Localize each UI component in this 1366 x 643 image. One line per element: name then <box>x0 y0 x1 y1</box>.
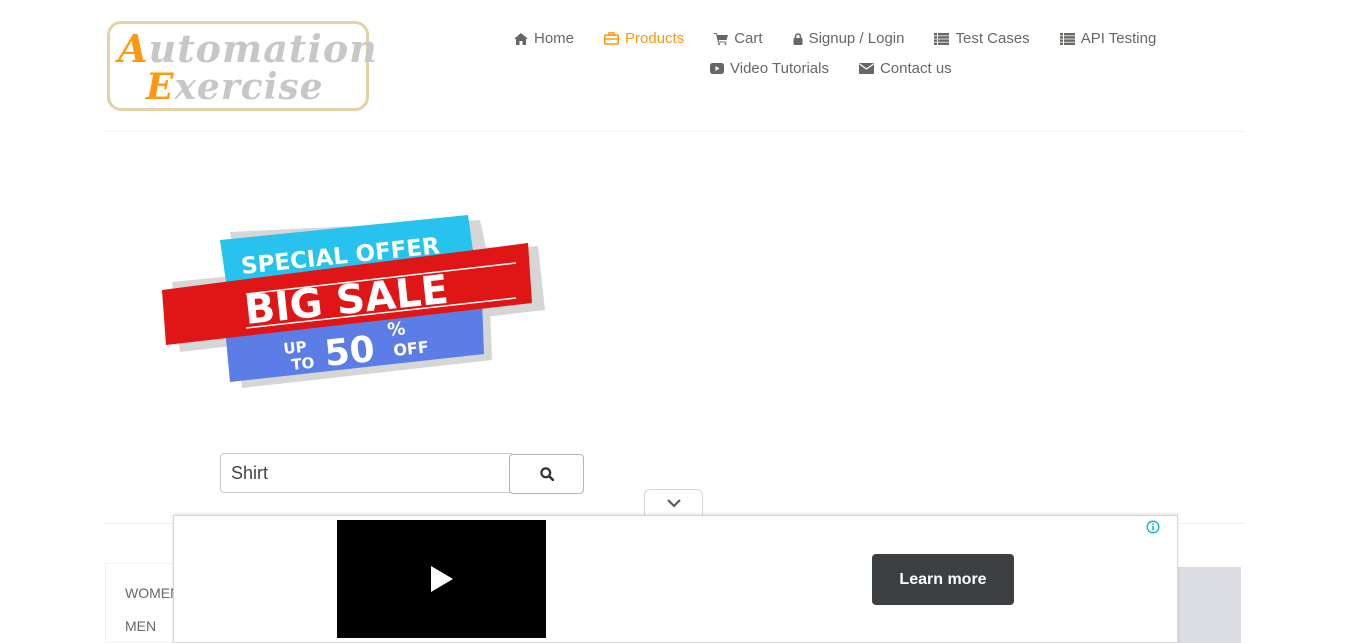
banner-off: OFF <box>392 337 429 360</box>
nav-products[interactable]: Products <box>604 30 684 47</box>
nav-video-tutorials[interactable]: Video Tutorials <box>710 60 829 77</box>
banner-percent: 50 <box>323 329 377 375</box>
nav-home-label: Home <box>534 30 575 47</box>
category-women[interactable]: WOMEN <box>125 585 180 601</box>
ad-banner <box>173 515 1178 643</box>
ad-collapse-toggle[interactable] <box>644 489 703 516</box>
play-icon[interactable] <box>430 565 454 593</box>
logo-line-1: Automation <box>118 26 378 71</box>
list-icon <box>934 32 950 45</box>
list-icon <box>1059 32 1075 45</box>
nav-signup-login-label: Signup / Login <box>808 30 905 47</box>
nav-signup-login[interactable]: Signup / Login <box>793 30 905 47</box>
nav-video-tutorials-label: Video Tutorials <box>730 60 829 77</box>
category-men[interactable]: MEN <box>125 618 156 634</box>
nav-contact-us[interactable]: Contact us <box>858 60 952 77</box>
nav-contact-us-label: Contact us <box>879 60 952 77</box>
products-icon <box>604 32 620 45</box>
search-icon <box>539 467 554 481</box>
ad-learn-more-button[interactable]: Learn more <box>872 554 1014 605</box>
cart-icon <box>714 32 729 45</box>
envelope-icon <box>858 63 874 74</box>
product-image-partial <box>1175 567 1241 643</box>
banner-percent-sign: % <box>386 318 406 341</box>
ad-video-player[interactable] <box>337 520 546 638</box>
sale-banner: SPECIAL OFFER BIG SALE UP TO 50 % OFF <box>162 215 545 388</box>
ad-info-icon[interactable] <box>1146 520 1160 534</box>
nav-cart[interactable]: Cart <box>714 30 763 47</box>
search-product-input[interactable] <box>220 453 512 493</box>
nav-test-cases-label: Test Cases <box>955 30 1030 47</box>
header-divider <box>105 131 1245 132</box>
main-nav: Home Products Cart Signup / Login Test C… <box>514 30 1186 47</box>
nav-test-cases[interactable]: Test Cases <box>934 30 1030 47</box>
nav-cart-label: Cart <box>734 30 763 47</box>
nav-products-label: Products <box>625 30 685 47</box>
lock-icon <box>793 32 803 45</box>
site-logo[interactable]: Automation Exercise <box>107 21 377 111</box>
nav-api-testing[interactable]: API Testing <box>1059 30 1157 47</box>
search-button[interactable] <box>509 454 584 494</box>
youtube-play-icon <box>710 63 724 74</box>
logo-line-2: Exercise <box>146 66 324 108</box>
nav-api-testing-label: API Testing <box>1080 30 1157 47</box>
banner-to: TO <box>291 354 316 374</box>
home-icon <box>514 32 528 45</box>
nav-home[interactable]: Home <box>514 30 574 47</box>
main-nav-row-2: Video Tutorials Contact us <box>710 60 982 77</box>
chevron-down-icon <box>666 498 681 507</box>
